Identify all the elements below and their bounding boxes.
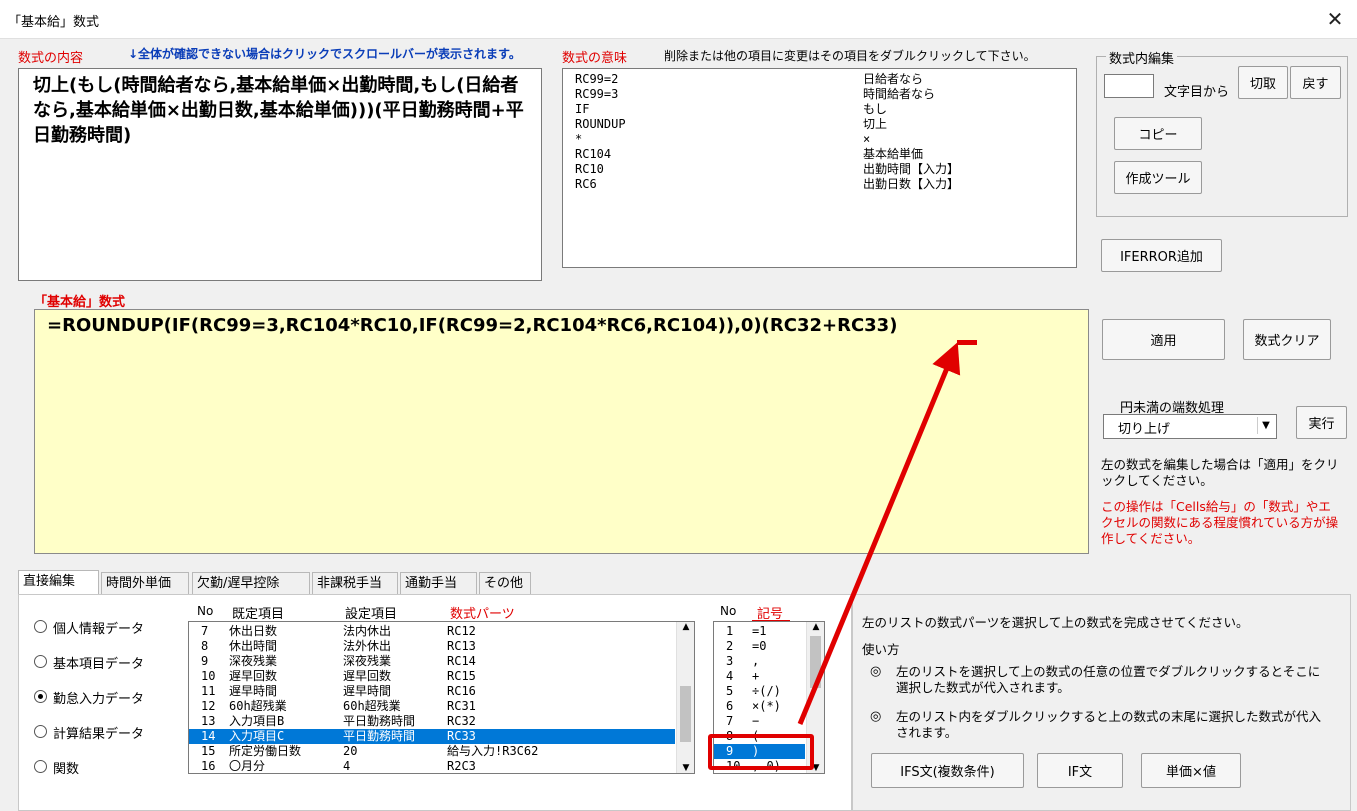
annotation-arrow	[797, 342, 961, 725]
